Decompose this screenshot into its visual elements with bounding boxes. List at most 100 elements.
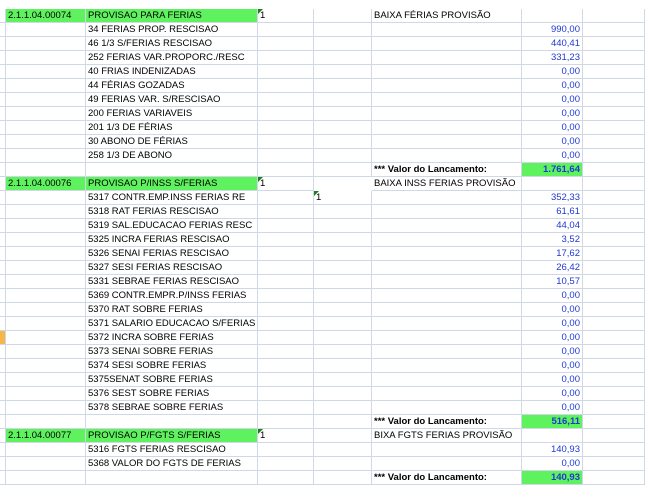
item-label-cell[interactable]: 34 FERIAS PROP. RESCISAO [86,23,258,37]
item-value-cell[interactable]: 17,62 [522,247,583,261]
cell-b[interactable] [6,359,86,373]
item-label-cell[interactable]: 5378 SEBRAE SOBRE FERIAS [86,401,258,415]
item-label-cell[interactable]: 5376 SEST SOBRE FERIAS [86,387,258,401]
item-label-cell[interactable]: 5316 FGTS FERIAS RESCISAO [86,443,258,457]
item-label-cell[interactable]: 5372 INCRA SOBRE FERIAS [86,331,258,345]
item-label-cell[interactable]: 201 1/3 DE FÉRIAS [86,121,258,135]
item-value-cell[interactable]: 0,00 [522,93,583,107]
cell-b[interactable] [6,345,86,359]
cell-e[interactable] [314,261,372,275]
value-cell[interactable] [522,177,583,191]
cell-h[interactable] [583,191,645,205]
cell-b[interactable] [6,205,86,219]
cell-f[interactable] [372,331,522,345]
total-value-cell[interactable]: 1.761,64 [522,163,583,177]
cell-h[interactable] [583,37,645,51]
cell-e[interactable] [314,247,372,261]
cell-d[interactable] [258,37,314,51]
cell-b[interactable] [6,191,86,205]
item-value-cell[interactable]: 440,41 [522,37,583,51]
cell-d[interactable] [258,65,314,79]
item-value-cell[interactable]: 44,04 [522,219,583,233]
cell-e[interactable] [314,345,372,359]
cell-e[interactable] [314,65,372,79]
cell-e[interactable] [314,37,372,51]
cell-b[interactable] [6,149,86,163]
cell-h[interactable] [583,163,645,177]
cell-f[interactable] [372,149,522,163]
cell-b[interactable] [6,247,86,261]
cell-h[interactable] [583,359,645,373]
cell-h[interactable] [583,219,645,233]
item-value-cell[interactable]: 0,00 [522,387,583,401]
cell-h[interactable] [583,149,645,163]
item-label-cell[interactable]: 44 FÉRIAS GOZADAS [86,79,258,93]
flag-cell[interactable] [314,9,372,23]
cell-e[interactable] [314,219,372,233]
item-label-cell[interactable]: 49 FERIAS VAR. S/RESCISAO [86,93,258,107]
cell-d[interactable] [258,415,314,429]
item-label-cell[interactable]: 40 FRIAS INDENIZADAS [86,65,258,79]
cell-e[interactable] [314,359,372,373]
cell-b[interactable] [6,331,86,345]
cell-b[interactable] [6,163,86,177]
cell-b[interactable] [6,415,86,429]
item-label-cell[interactable]: 5331 SEBRAE FERIAS RESCISAO [86,275,258,289]
item-label-cell[interactable]: 5319 SAL.EDUCACAO FERIAS RESC [86,219,258,233]
cell-h[interactable] [583,443,645,457]
cell-b[interactable] [6,23,86,37]
item-value-cell[interactable]: 0,00 [522,345,583,359]
cell-h[interactable] [583,415,645,429]
item-label-cell[interactable]: 5370 RAT SOBRE FERIAS [86,303,258,317]
cell-f[interactable] [372,303,522,317]
flag-cell[interactable]: 1 [258,429,314,443]
cell-h[interactable] [583,9,645,23]
cell-d[interactable] [258,135,314,149]
item-value-cell[interactable]: 0,00 [522,359,583,373]
item-label-cell[interactable]: 258 1/3 DE ABONO [86,149,258,163]
total-value-cell[interactable]: 140,93 [522,471,583,485]
account-name-cell[interactable]: PROVISAO PARA FERIAS [86,9,258,23]
cell-f[interactable] [372,23,522,37]
cell-b[interactable] [6,317,86,331]
item-value-cell[interactable]: 0,00 [522,373,583,387]
item-value-cell[interactable]: 0,00 [522,401,583,415]
cell-f[interactable] [372,93,522,107]
cell-b[interactable] [6,37,86,51]
item-value-cell[interactable]: 0,00 [522,457,583,471]
cell-f[interactable] [372,401,522,415]
cell-e[interactable] [314,79,372,93]
item-label-cell[interactable]: 5317 CONTR.EMP.INSS FERIAS RE [86,191,258,205]
item-label-cell[interactable]: 5371 SALARIO EDUCACAO S/FERIAS [86,317,258,331]
cell-d[interactable] [258,331,314,345]
cell-e[interactable] [314,331,372,345]
cell-d[interactable] [258,247,314,261]
cell-d[interactable] [258,23,314,37]
cell-d[interactable] [258,373,314,387]
item-label-cell[interactable]: 5375SENAT SOBRE FERIAS [86,373,258,387]
item-value-cell[interactable]: 0,00 [522,149,583,163]
item-label-cell[interactable]: 5369 CONTR.EMPR.P/INSS FERIAS [86,289,258,303]
item-value-cell[interactable]: 61,61 [522,205,583,219]
cell-f[interactable] [372,457,522,471]
cell-h[interactable] [583,135,645,149]
cell-h[interactable] [583,429,645,443]
spreadsheet-grid[interactable]: 2.1.1.04.00074 PROVISAO PARA FERIAS 1 BAIXA… [0,0,645,488]
item-label-cell[interactable]: 5318 RAT FERIAS RESCISAO [86,205,258,219]
cell-b[interactable] [6,233,86,247]
cell-d[interactable] [258,443,314,457]
cell-f[interactable] [372,51,522,65]
cell-h[interactable] [583,275,645,289]
account-code-cell[interactable]: 2.1.1.04.00077 [6,429,86,443]
cell-f[interactable] [372,359,522,373]
cell-h[interactable] [583,387,645,401]
cell-e[interactable] [314,303,372,317]
total-label-cell[interactable]: *** Valor do Lancamento: [372,471,522,485]
cell-d[interactable] [258,51,314,65]
cell-b[interactable] [6,121,86,135]
total-label-cell[interactable]: *** Valor do Lancamento: [372,163,522,177]
cell-h[interactable] [583,345,645,359]
cell-d[interactable] [258,233,314,247]
cell-e[interactable] [314,457,372,471]
cell-f[interactable] [372,37,522,51]
